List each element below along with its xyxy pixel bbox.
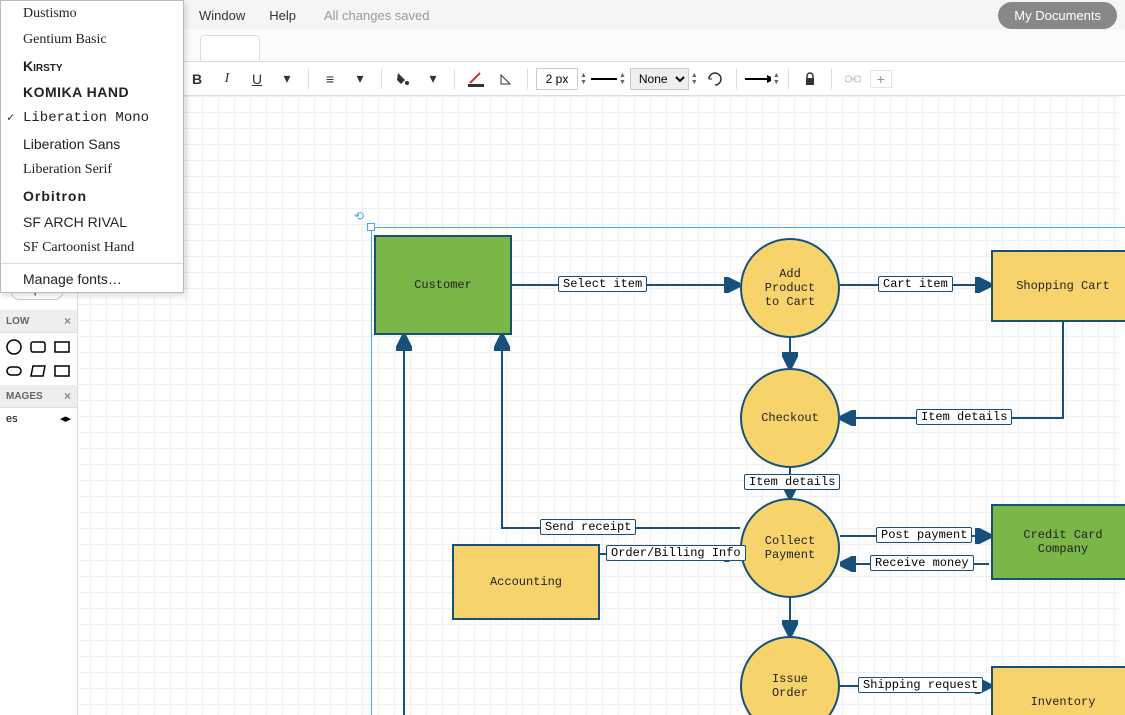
align-button[interactable]: ≡ [317, 66, 343, 92]
font-option-gentium[interactable]: Gentium Basic [1, 27, 183, 53]
add-button[interactable]: + [870, 70, 892, 88]
save-status: All changes saved [324, 8, 430, 23]
shape-stadium[interactable] [4, 361, 24, 381]
font-option-liberation-sans[interactable]: Liberation Sans [1, 131, 183, 157]
font-option-sf-arch[interactable]: SF ARCH RIVAL [1, 209, 183, 235]
link-button[interactable] [840, 66, 866, 92]
fill-dropdown[interactable]: ▾ [420, 66, 446, 92]
canvas[interactable]: ⟲ Cu [78, 96, 1118, 715]
font-option-kirsty[interactable]: Kirsty [1, 53, 183, 79]
menu-help[interactable]: Help [257, 4, 308, 27]
node-add-product[interactable]: Add Product to Cart [740, 238, 840, 338]
stroke-width-input[interactable] [536, 68, 578, 90]
shape-circle[interactable] [4, 337, 24, 357]
align-dropdown[interactable]: ▾ [347, 66, 373, 92]
images-row[interactable]: es◂▸ [0, 408, 77, 429]
node-collect-payment[interactable]: Collect Payment [740, 498, 840, 598]
italic-button[interactable]: I [214, 66, 240, 92]
edge-label-select-item[interactable]: Select item [558, 276, 647, 292]
manage-fonts[interactable]: Manage fonts… [1, 266, 183, 292]
arrow-stepper[interactable]: ▲▼ [773, 72, 780, 86]
edge-label-cart-item[interactable]: Cart item [878, 276, 953, 292]
stroke-angle-button[interactable] [493, 66, 519, 92]
line-style-stepper[interactable]: ▲▼ [619, 72, 626, 86]
font-option-komika[interactable]: KOMIKA HAND [1, 79, 183, 105]
menu-window[interactable]: Window [187, 4, 257, 27]
font-option-sf-cartoonist[interactable]: SF Cartoonist Hand [1, 235, 183, 261]
reconnect-button[interactable] [702, 66, 728, 92]
font-option-liberation-serif[interactable]: Liberation Serif [1, 157, 183, 183]
font-color-dropdown[interactable]: ▾ [274, 66, 300, 92]
bold-button[interactable]: B [184, 66, 210, 92]
font-option-orbitron[interactable]: Orbitron [1, 183, 183, 209]
stroke-width-stepper[interactable]: ▲▼ [580, 72, 587, 86]
font-option-dustismo[interactable]: Dustismo [1, 1, 183, 27]
line-style-button[interactable] [591, 66, 617, 92]
shape-parallelogram[interactable] [28, 361, 48, 381]
shape-rect2[interactable] [52, 337, 72, 357]
edge-label-send-receipt[interactable]: Send receipt [540, 519, 636, 535]
arrow-style-button[interactable] [745, 66, 771, 92]
close-icon[interactable]: × [64, 314, 71, 328]
node-checkout[interactable]: Checkout [740, 368, 840, 468]
edge-label-item-details-1[interactable]: Item details [916, 409, 1012, 425]
selection-handle-nw[interactable] [367, 223, 375, 231]
font-family-menu: Dustismo Gentium Basic Kirsty KOMIKA HAN… [0, 0, 184, 293]
node-shopping-cart[interactable]: Shopping Cart [991, 250, 1125, 322]
node-accounting[interactable]: Accounting [452, 544, 600, 620]
canvas-viewport[interactable]: ⟲ Cu [78, 96, 1125, 715]
node-inventory[interactable]: Inventory [991, 666, 1125, 715]
shape-rounded[interactable] [28, 337, 48, 357]
panel-header-flow: LOW× [0, 310, 77, 333]
close-icon[interactable]: × [64, 389, 71, 403]
node-customer[interactable]: Customer [374, 235, 512, 335]
rotate-handle-icon[interactable]: ⟲ [354, 209, 368, 223]
edge-label-shipping-request[interactable]: Shipping request [858, 677, 983, 693]
edge-label-item-details-2[interactable]: Item details [744, 474, 840, 490]
font-option-liberation-mono[interactable]: Liberation Mono [1, 105, 183, 131]
shape-rect3[interactable] [52, 361, 72, 381]
dash-select[interactable]: None [630, 68, 689, 90]
stroke-color-button[interactable] [463, 66, 489, 92]
fill-color-button[interactable] [390, 66, 416, 92]
panel-header-images: MAGES× [0, 385, 77, 408]
dash-stepper[interactable]: ▲▼ [691, 72, 698, 86]
lock-button[interactable] [797, 66, 823, 92]
edge-label-receive-money[interactable]: Receive money [870, 555, 974, 571]
edge-label-post-payment[interactable]: Post payment [876, 527, 972, 543]
underline-button[interactable]: U [244, 66, 270, 92]
document-tab[interactable] [200, 35, 260, 61]
my-documents-button[interactable]: My Documents [998, 2, 1117, 29]
flow-palette [0, 333, 77, 385]
node-credit-card-company[interactable]: Credit Card Company [991, 504, 1125, 580]
edge-label-order-billing[interactable]: Order/Billing Info [606, 545, 746, 561]
